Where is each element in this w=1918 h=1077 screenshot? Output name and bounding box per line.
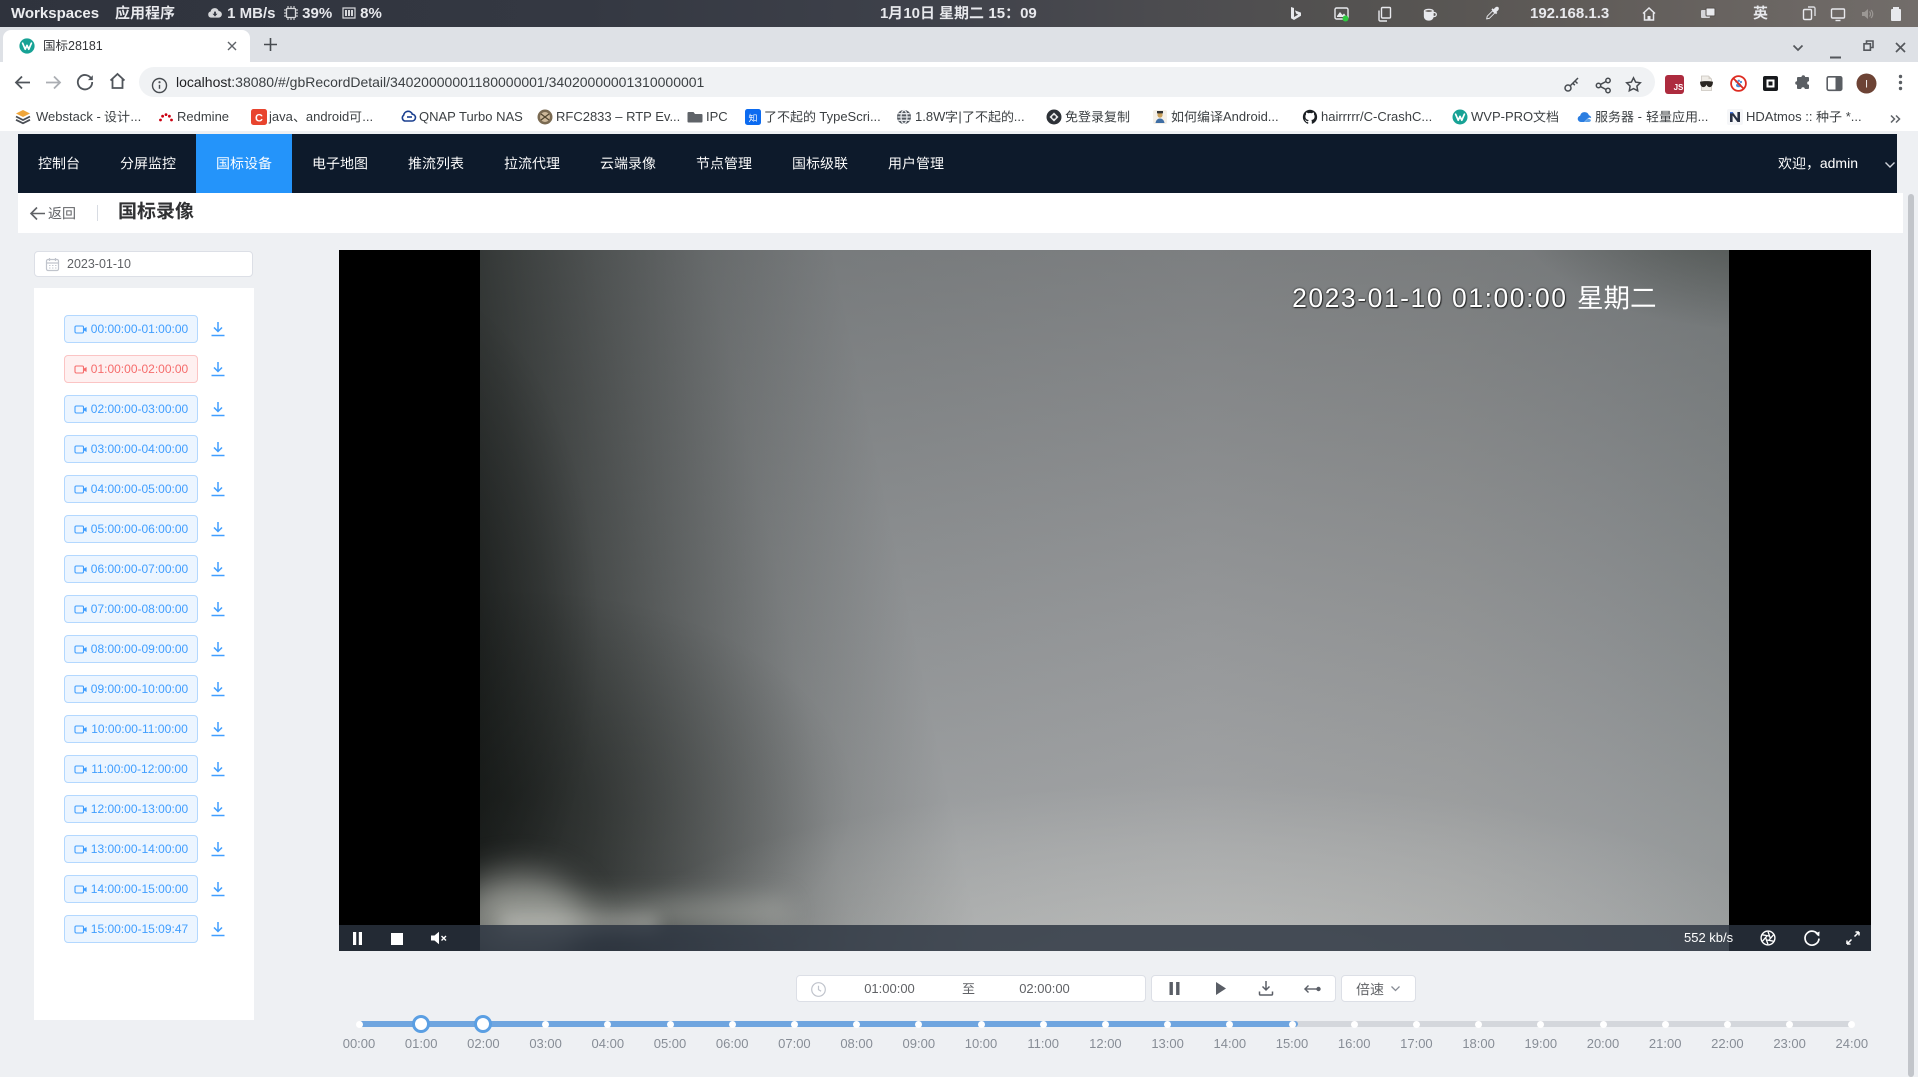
svg-text:I: I	[1865, 79, 1868, 91]
svg-text:C: C	[255, 113, 263, 125]
svg-text:JS: JS	[1674, 83, 1684, 92]
